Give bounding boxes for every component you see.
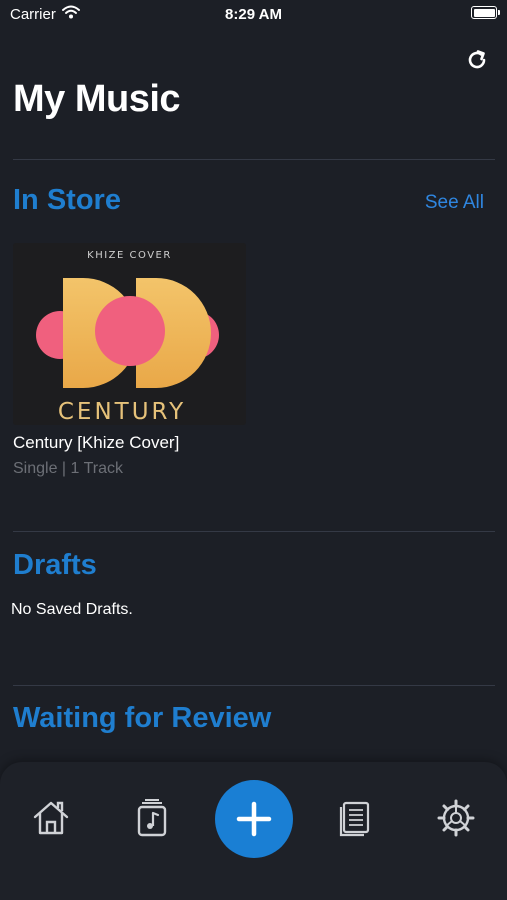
album-art-top-text: KHIZE COVER [87, 250, 172, 261]
battery-icon [471, 6, 500, 19]
see-all-link[interactable]: See All [425, 192, 484, 214]
page-title: My Music [13, 78, 181, 120]
settings-gear-icon[interactable] [436, 798, 476, 838]
divider [13, 159, 495, 160]
album-art-bottom-text: CENTURY [58, 399, 186, 425]
section-title-waiting-for-review: Waiting for Review [13, 702, 272, 734]
album-title: Century [Khize Cover] [13, 433, 180, 452]
album-subtitle: Single | 1 Track [13, 460, 123, 477]
music-library-icon[interactable] [132, 798, 172, 838]
home-icon[interactable] [31, 798, 71, 838]
clock: 8:29 AM [225, 6, 282, 23]
drafts-empty-text: No Saved Drafts. [11, 601, 133, 618]
document-list-icon[interactable] [335, 798, 375, 838]
bottom-tab-bar [0, 762, 507, 900]
section-title-drafts: Drafts [13, 549, 97, 581]
status-bar: Carrier 8:29 AM [0, 0, 507, 30]
divider [13, 685, 495, 686]
section-title-in-store: In Store [13, 184, 121, 216]
divider [13, 531, 495, 532]
refresh-icon[interactable] [465, 48, 489, 72]
album-artwork: KHIZE COVER CENTURY [13, 243, 246, 425]
album-card[interactable]: KHIZE COVER CENTURY Century [Khize Cover… [13, 243, 247, 478]
add-button[interactable] [215, 780, 293, 858]
add-icon [236, 801, 272, 837]
